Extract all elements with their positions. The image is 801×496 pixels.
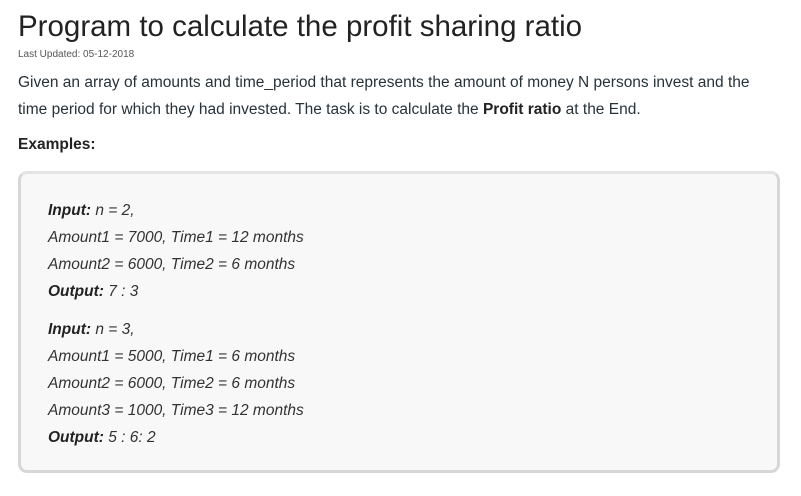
intro-bold-text: Profit ratio — [482, 101, 562, 118]
output-value: 5 : 6: 2 — [103, 429, 156, 446]
example-2-output: Output: 5 : 6: 2 — [48, 424, 304, 451]
page-title: Program to calculate the profit sharing … — [18, 10, 583, 43]
example-separator — [48, 305, 304, 316]
example-2-line-3: Amount3 = 1000, Time3 = 12 months — [48, 402, 304, 419]
examples-heading: Examples: — [18, 136, 96, 153]
example-1-line-2: Amount2 = 6000, Time2 = 6 months — [48, 256, 296, 273]
output-label: Output: — [48, 283, 104, 300]
example-box: Input: n = 2, Amount1 = 7000, Time1 = 12… — [18, 171, 780, 473]
example-1-line-1: Amount1 = 7000, Time1 = 12 months — [48, 229, 304, 246]
input-label: Input: — [48, 321, 92, 338]
output-value: 7 : 3 — [103, 283, 139, 300]
intro-paragraph: Given an array of amounts and time_perio… — [18, 69, 782, 123]
article: Program to calculate the profit sharing … — [18, 0, 782, 473]
input-label: Input: — [48, 202, 92, 219]
example-2-line-1: Amount1 = 5000, Time1 = 6 months — [48, 348, 296, 365]
input-value: n = 2, — [91, 202, 135, 219]
example-2-line-2: Amount2 = 6000, Time2 = 6 months — [48, 375, 296, 392]
example-1-output: Output: 7 : 3 — [48, 278, 304, 305]
input-value: n = 3, — [91, 321, 135, 338]
example-1-input: Input: n = 2, — [48, 197, 304, 224]
output-label: Output: — [48, 429, 104, 446]
example-2-input: Input: n = 3, — [48, 316, 304, 343]
example-content: Input: n = 2, Amount1 = 7000, Time1 = 12… — [48, 197, 304, 451]
last-updated: Last Updated: 05-12-2018 — [18, 49, 135, 60]
intro-text-end: at the End. — [561, 101, 641, 118]
